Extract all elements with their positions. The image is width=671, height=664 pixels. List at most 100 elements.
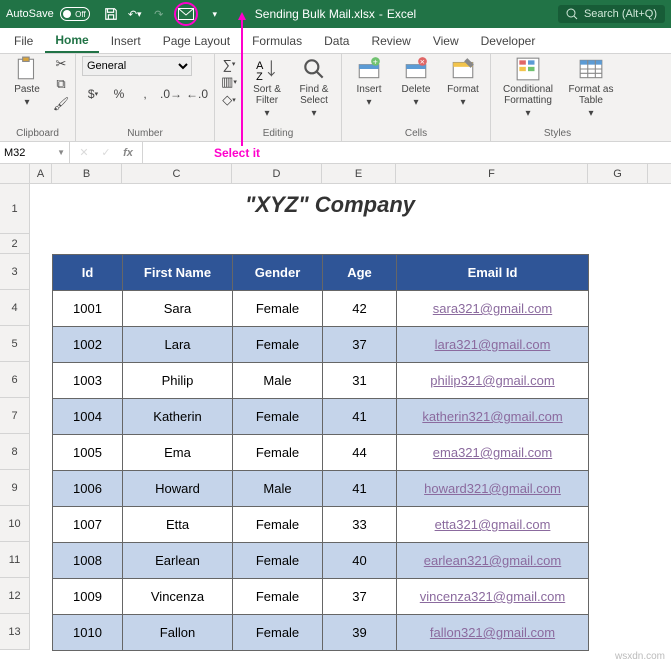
col-header[interactable]: D — [232, 164, 322, 183]
email-link[interactable]: sara321@gmail.com — [433, 301, 552, 316]
copy-icon[interactable]: ⧉ — [53, 76, 69, 92]
col-header[interactable]: C — [122, 164, 232, 183]
table-header[interactable]: Age — [323, 255, 397, 291]
enter-formula-icon[interactable]: ✓ — [98, 146, 114, 159]
cell-first-name[interactable]: Fallon — [123, 615, 233, 651]
row-header[interactable]: 6 — [0, 362, 30, 398]
email-link[interactable]: howard321@gmail.com — [424, 481, 561, 496]
sort-filter-button[interactable]: AZ Sort & Filter▾ — [246, 56, 288, 119]
row-header[interactable]: 2 — [0, 234, 30, 254]
cell-email[interactable]: fallon321@gmail.com — [397, 615, 589, 651]
cell-id[interactable]: 1010 — [53, 615, 123, 651]
cell-gender[interactable]: Female — [233, 435, 323, 471]
row-header[interactable]: 11 — [0, 542, 30, 578]
cell-gender[interactable]: Female — [233, 507, 323, 543]
save-icon[interactable] — [104, 7, 118, 21]
cell-gender[interactable]: Male — [233, 471, 323, 507]
tab-view[interactable]: View — [423, 30, 469, 52]
cell-email[interactable]: ema321@gmail.com — [397, 435, 589, 471]
select-all-corner[interactable] — [0, 164, 30, 183]
cell-gender[interactable]: Female — [233, 327, 323, 363]
cell-email[interactable]: lara321@gmail.com — [397, 327, 589, 363]
cell-email[interactable]: sara321@gmail.com — [397, 291, 589, 327]
table-header[interactable]: First Name — [123, 255, 233, 291]
cell-id[interactable]: 1005 — [53, 435, 123, 471]
cell-email[interactable]: etta321@gmail.com — [397, 507, 589, 543]
row-header[interactable]: 9 — [0, 470, 30, 506]
format-painter-icon[interactable]: 🖌 — [53, 96, 69, 112]
col-header[interactable]: F — [396, 164, 588, 183]
cell-id[interactable]: 1008 — [53, 543, 123, 579]
row-header[interactable]: 3 — [0, 254, 30, 290]
cell-gender[interactable]: Male — [233, 363, 323, 399]
cell-age[interactable]: 39 — [323, 615, 397, 651]
cancel-formula-icon[interactable]: ✕ — [76, 146, 92, 159]
tab-insert[interactable]: Insert — [101, 30, 151, 52]
clear-icon[interactable]: ◇▾ — [221, 92, 237, 108]
cell-first-name[interactable]: Howard — [123, 471, 233, 507]
undo-icon[interactable]: ↶▾ — [128, 7, 142, 21]
email-link[interactable]: vincenza321@gmail.com — [420, 589, 565, 604]
cell-age[interactable]: 37 — [323, 579, 397, 615]
cell-gender[interactable]: Female — [233, 399, 323, 435]
table-header[interactable]: Email Id — [397, 255, 589, 291]
cell-age[interactable]: 42 — [323, 291, 397, 327]
row-header[interactable]: 5 — [0, 326, 30, 362]
email-link[interactable]: fallon321@gmail.com — [430, 625, 555, 640]
row-header[interactable]: 10 — [0, 506, 30, 542]
cell-id[interactable]: 1002 — [53, 327, 123, 363]
cell-age[interactable]: 37 — [323, 327, 397, 363]
tab-review[interactable]: Review — [361, 30, 420, 52]
row-header[interactable]: 12 — [0, 578, 30, 614]
col-header[interactable]: E — [322, 164, 396, 183]
autosave-toggle[interactable]: AutoSave Off — [0, 7, 96, 21]
cell-email[interactable]: vincenza321@gmail.com — [397, 579, 589, 615]
cell-age[interactable]: 41 — [323, 471, 397, 507]
cell-email[interactable]: earlean321@gmail.com — [397, 543, 589, 579]
tab-developer[interactable]: Developer — [471, 30, 546, 52]
cell-id[interactable]: 1007 — [53, 507, 123, 543]
tab-formulas[interactable]: Formulas — [242, 30, 312, 52]
cell-age[interactable]: 33 — [323, 507, 397, 543]
name-box[interactable]: M32▼ — [0, 142, 70, 163]
cell-email[interactable]: philip321@gmail.com — [397, 363, 589, 399]
tab-home[interactable]: Home — [45, 29, 98, 53]
row-header[interactable]: 7 — [0, 398, 30, 434]
decrease-decimal-icon[interactable]: ←.0 — [186, 85, 208, 103]
qat-customize-icon[interactable]: ▾ — [208, 7, 222, 21]
cell-grid[interactable]: "XYZ" Company Id First Name Gender Age E… — [30, 184, 671, 650]
table-header[interactable]: Gender — [233, 255, 323, 291]
cell-id[interactable]: 1001 — [53, 291, 123, 327]
cell-email[interactable]: katherin321@gmail.com — [397, 399, 589, 435]
redo-icon[interactable]: ↷ — [152, 7, 166, 21]
cell-age[interactable]: 41 — [323, 399, 397, 435]
currency-icon[interactable]: $▾ — [82, 85, 104, 103]
cell-id[interactable]: 1006 — [53, 471, 123, 507]
format-as-table-button[interactable]: Format as Table▾ — [564, 56, 618, 119]
row-header[interactable]: 4 — [0, 290, 30, 326]
cut-icon[interactable]: ✂ — [53, 56, 69, 72]
email-link[interactable]: lara321@gmail.com — [435, 337, 551, 352]
col-header[interactable]: A — [30, 164, 52, 183]
cell-gender[interactable]: Female — [233, 579, 323, 615]
cell-first-name[interactable]: Lara — [123, 327, 233, 363]
sheet-title[interactable]: "XYZ" Company — [60, 192, 600, 218]
tab-page-layout[interactable]: Page Layout — [153, 30, 240, 52]
fill-icon[interactable]: ▥▾ — [221, 74, 237, 90]
cell-email[interactable]: howard321@gmail.com — [397, 471, 589, 507]
comma-icon[interactable]: , — [134, 85, 156, 103]
email-link[interactable]: katherin321@gmail.com — [422, 409, 562, 424]
row-header[interactable]: 13 — [0, 614, 30, 650]
paste-button[interactable]: Paste▾ — [6, 56, 48, 108]
cell-gender[interactable]: Female — [233, 291, 323, 327]
fx-icon[interactable]: fx — [120, 147, 136, 159]
autosum-icon[interactable]: ∑▾ — [221, 56, 237, 72]
percent-icon[interactable]: % — [108, 85, 130, 103]
cell-first-name[interactable]: Ema — [123, 435, 233, 471]
search-box[interactable]: Search (Alt+Q) — [558, 5, 665, 23]
cell-age[interactable]: 44 — [323, 435, 397, 471]
format-cells-button[interactable]: Format▾ — [442, 56, 484, 108]
email-link[interactable]: ema321@gmail.com — [433, 445, 552, 460]
col-header[interactable]: B — [52, 164, 122, 183]
cell-first-name[interactable]: Vincenza — [123, 579, 233, 615]
